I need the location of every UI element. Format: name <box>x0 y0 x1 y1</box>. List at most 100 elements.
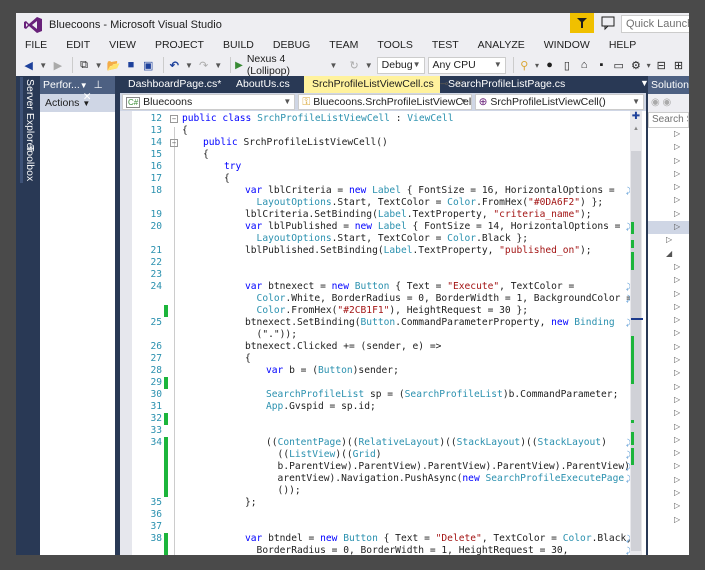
code-line[interactable]: 21 lblPublished.SetBinding(Label.TextProp… <box>132 245 632 257</box>
tree-node[interactable]: ▷ <box>648 155 689 168</box>
expand-icon[interactable]: ▷ <box>674 488 680 497</box>
tree-node[interactable]: ▷ <box>648 208 689 221</box>
notifications-button[interactable] <box>570 13 594 33</box>
tree-node[interactable]: ▷ <box>648 194 689 207</box>
menu-window[interactable]: WINDOW <box>544 37 590 55</box>
code-line[interactable]: 14− public SrchProfileListViewCell() <box>132 137 632 149</box>
code-line[interactable]: 31 App.Gvspid = sp.id; <box>132 401 632 413</box>
back-icon[interactable]: ◀ <box>22 58 35 72</box>
code-line[interactable]: (".")); <box>132 329 632 341</box>
code-line[interactable]: b.ParentView).ParentView).ParentView).Pa… <box>132 461 641 473</box>
code-line[interactable]: 27 { <box>132 353 632 365</box>
refresh-icon[interactable]: ↻ <box>347 58 360 72</box>
overflow-dropdown[interactable]: ▾ <box>535 61 539 70</box>
collapse-icon[interactable]: ◢ <box>666 249 672 258</box>
expand-icon[interactable]: ▷ <box>674 222 680 231</box>
tab-searchprofilelistpagecs[interactable]: SearchProfileListPage.cs <box>440 76 570 93</box>
xamarin-player-icon[interactable]: ● <box>543 58 556 72</box>
tab-aboutuscs[interactable]: AboutUs.cs <box>228 76 304 93</box>
save-all-icon[interactable]: ▣ <box>142 58 155 72</box>
expand-icon[interactable]: ▷ <box>674 408 680 417</box>
tree-node[interactable]: ▷ <box>648 460 689 473</box>
tree-node[interactable]: ▷ <box>648 434 689 447</box>
expand-icon[interactable]: ▷ <box>674 302 680 311</box>
run-target-dropdown[interactable]: ▼ <box>330 61 338 70</box>
expand-icon[interactable]: ▷ <box>674 355 680 364</box>
configuration-select[interactable]: Debug ▼ <box>376 56 425 74</box>
code-line[interactable]: BorderRadius = 0, BorderWidth = 1, Heigh… <box>132 545 632 555</box>
tree-node[interactable]: ▷ <box>648 314 689 327</box>
expand-icon[interactable]: ▷ <box>674 461 680 470</box>
code-line[interactable]: Color.White, BorderRadius = 0, BorderWid… <box>132 293 632 305</box>
scroll-up-icon[interactable]: ▲ <box>633 126 639 132</box>
code-line[interactable]: 18 var lblCriteria = new Label { FontSize… <box>132 185 632 197</box>
menu-file[interactable]: FILE <box>25 37 47 55</box>
expand-icon[interactable]: ▷ <box>674 169 680 178</box>
expand-icon[interactable]: ▷ <box>674 382 680 391</box>
tree-node[interactable]: ▷ <box>648 261 689 274</box>
redo-dropdown[interactable]: ▼ <box>214 61 222 70</box>
code-line[interactable]: 32 <box>132 413 632 425</box>
tree-node[interactable]: ◢ <box>648 248 689 261</box>
menu-view[interactable]: VIEW <box>109 37 136 55</box>
code-line[interactable]: arentView).Navigation.PushAsync(new Sear… <box>132 473 632 485</box>
expand-icon[interactable]: ▷ <box>674 182 680 191</box>
new-project-dropdown[interactable]: ▼ <box>95 61 103 70</box>
expand-icon[interactable]: ▷ <box>674 328 680 337</box>
back-dropdown[interactable]: ▼ <box>39 61 47 70</box>
code-line[interactable]: 19 lblCriteria.SetBinding(Label.TextPrope… <box>132 209 632 221</box>
split-window-icon[interactable]: ✚ <box>630 111 642 123</box>
tree-node[interactable]: ▷ <box>648 168 689 181</box>
android-sdk-icon[interactable]: ⌂ <box>578 58 591 72</box>
expand-icon[interactable]: ▷ <box>674 275 680 284</box>
expand-icon[interactable]: ▷ <box>674 156 680 165</box>
side-tab-toolbox[interactable]: Toolbox <box>20 143 37 184</box>
expand-icon[interactable]: ▷ <box>666 235 672 244</box>
code-line[interactable]: LayoutOptions.Start, TextColor = Color.F… <box>132 197 632 209</box>
tree-node[interactable]: ▷ <box>648 288 689 301</box>
code-line[interactable]: ()); <box>132 485 632 497</box>
member-select[interactable]: ⊕ SrchProfileListViewCell() ▼ <box>474 94 644 110</box>
menu-edit[interactable]: EDIT <box>66 37 90 55</box>
expand-icon[interactable]: ▷ <box>674 475 680 484</box>
expand-icon[interactable]: ▷ <box>674 515 680 524</box>
code-line[interactable]: 22 <box>132 257 632 269</box>
forward-icon[interactable]: ▶ <box>51 58 64 72</box>
menu-tools[interactable]: TOOLS <box>377 37 412 55</box>
settings-icon[interactable]: ⚙ <box>629 58 642 72</box>
expand-icon[interactable]: ▷ <box>674 262 680 271</box>
tab-dashboardpagecs[interactable]: DashboardPage.cs* <box>120 76 228 93</box>
code-line[interactable]: 13 { <box>132 125 632 137</box>
expand-icon[interactable]: ▷ <box>674 422 680 431</box>
pin-icon[interactable]: ⊥ <box>94 79 103 91</box>
redo-icon[interactable]: ↷ <box>197 58 210 72</box>
code-area[interactable]: 12− public class SrchProfileListViewCell … <box>132 113 641 555</box>
menu-test[interactable]: TEST <box>432 37 459 55</box>
menu-analyze[interactable]: ANALYZE <box>478 37 525 55</box>
tree-node[interactable]: ▷ <box>648 327 689 340</box>
menu-project[interactable]: PROJECT <box>155 37 204 55</box>
code-line[interactable]: ((ListView)((Grid) ⤸ <box>132 449 632 461</box>
new-project-icon[interactable]: ⧉ <box>77 58 90 72</box>
code-line[interactable]: 24 var btnexect = new Button { Text = "Ex… <box>132 281 632 293</box>
tree-node[interactable]: ▷ <box>648 394 689 407</box>
device-icon[interactable]: ▯ <box>560 58 573 72</box>
code-line[interactable]: 20 var lblPublished = new Label { FontSiz… <box>132 221 632 233</box>
uncomment-icon[interactable]: ⊞ <box>672 58 685 72</box>
undo-icon[interactable]: ↶ <box>168 58 181 72</box>
actions-menu[interactable]: Actions ▼ <box>40 94 115 112</box>
expand-icon[interactable]: ▷ <box>674 142 680 151</box>
code-line[interactable]: 28 var b = (Button)sender; <box>132 365 632 377</box>
tree-node[interactable]: ▷ <box>648 181 689 194</box>
code-editor[interactable]: 12− public class SrchProfileListViewCell … <box>120 111 646 555</box>
tab-srchprofilelistviewcellcs[interactable]: SrchProfileListViewCell.cs ⊸ ✕ <box>304 76 463 93</box>
code-line[interactable]: 38 var btndel = new Button { Text = "Dele… <box>132 533 632 545</box>
tree-node[interactable]: ▷ <box>648 447 689 460</box>
forward-icon[interactable]: ◉ <box>663 97 672 108</box>
find-icon[interactable]: ⚲ <box>518 58 531 72</box>
expand-icon[interactable]: ▷ <box>674 435 680 444</box>
expand-icon[interactable]: ▷ <box>674 315 680 324</box>
tree-node[interactable]: ▷ <box>648 487 689 500</box>
undo-dropdown[interactable]: ▼ <box>185 61 193 70</box>
expand-icon[interactable]: ▷ <box>674 448 680 457</box>
